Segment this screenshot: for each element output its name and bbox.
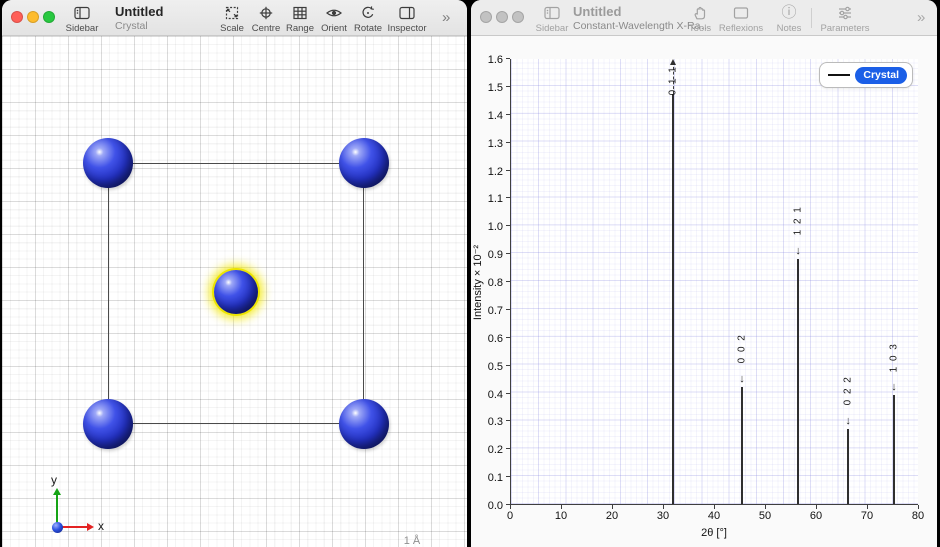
atom[interactable] bbox=[339, 399, 389, 449]
info-circle-icon: ⓘ bbox=[761, 4, 817, 22]
peak-hkl-label: 0 1 1 bbox=[666, 62, 680, 98]
notes-button-label: Notes bbox=[761, 23, 817, 34]
crystal-titlebar: Sidebar Untitled Crystal Scale Centre Ra… bbox=[2, 0, 467, 36]
peak-hkl-text: 0 2 2 bbox=[843, 376, 854, 406]
panel-left-icon bbox=[54, 4, 110, 22]
x-tick-mark bbox=[561, 505, 562, 509]
atom[interactable] bbox=[339, 138, 389, 188]
sidebar-button-label: Sidebar bbox=[54, 23, 110, 34]
diffraction-window: Sidebar Untitled Constant-Wavelength X-R… bbox=[471, 0, 937, 547]
x-tick-label: 60 bbox=[801, 510, 831, 522]
y-tick-label: 1.5 bbox=[473, 82, 503, 94]
x-axis-title: 2θ [°] bbox=[510, 527, 918, 539]
peak-hkl-label: 0 2 2 bbox=[841, 368, 855, 414]
x-tick-label: 40 bbox=[699, 510, 729, 522]
peak-arrow-down: ↓ bbox=[841, 415, 855, 427]
minimize-button[interactable] bbox=[496, 11, 508, 23]
x-tick-mark bbox=[765, 505, 766, 509]
x-tick-label: 10 bbox=[546, 510, 576, 522]
close-button[interactable] bbox=[11, 11, 23, 23]
toolbar-separator bbox=[811, 8, 812, 28]
diffraction-titlebar: Sidebar Untitled Constant-Wavelength X-R… bbox=[471, 0, 937, 36]
sidebar-button[interactable]: Sidebar bbox=[524, 4, 580, 34]
window-title-text: Untitled bbox=[115, 5, 163, 20]
legend-line-swatch bbox=[828, 74, 850, 76]
y-tick-label: 1.2 bbox=[473, 166, 503, 178]
atom[interactable] bbox=[83, 399, 133, 449]
peak-hkl-label: 1 2 1 bbox=[791, 198, 805, 244]
atom[interactable] bbox=[83, 138, 133, 188]
x-axis-label: x bbox=[98, 519, 104, 533]
y-tick-label: 0.8 bbox=[473, 277, 503, 289]
peak-line bbox=[741, 387, 743, 504]
y-tick-label: 0.1 bbox=[473, 472, 503, 484]
peak-arrow-down: ↓ bbox=[791, 245, 805, 257]
toolbar-overflow-button[interactable]: » bbox=[442, 9, 450, 26]
y-tick-label: 0.5 bbox=[473, 361, 503, 373]
peak-hkl-label: 0 0 2 bbox=[735, 326, 749, 372]
panel-left-icon bbox=[524, 4, 580, 22]
parameters-button[interactable]: Parameters bbox=[815, 4, 875, 34]
plot-area[interactable]: Crystal 0 1 1 ↓ 0 0 2 ↓ 1 2 1 ↓ 0 2 2 ↓ 1 0 3 bbox=[510, 59, 918, 505]
y-tick-label: 1.0 bbox=[473, 221, 503, 233]
sidebar-button[interactable]: Sidebar bbox=[54, 4, 110, 34]
window-title: Untitled Crystal bbox=[115, 5, 163, 32]
y-tick-label: 0.2 bbox=[473, 444, 503, 456]
window-subtitle-text: Crystal bbox=[115, 20, 163, 32]
parameters-button-label: Parameters bbox=[815, 23, 875, 34]
y-tick-label: 1.4 bbox=[473, 110, 503, 122]
x-tick-label: 50 bbox=[750, 510, 780, 522]
atom-selected[interactable] bbox=[214, 270, 258, 314]
y-axis-ticks: 0.00.10.20.30.40.50.60.70.80.91.01.11.21… bbox=[471, 59, 510, 505]
y-tick-label: 0.7 bbox=[473, 305, 503, 317]
peak-line bbox=[797, 259, 799, 504]
x-tick-mark bbox=[867, 505, 868, 509]
peak-hkl-label: 1 0 3 bbox=[887, 334, 901, 380]
y-tick-label: 0.6 bbox=[473, 333, 503, 345]
peak-hkl-text: 1 0 3 bbox=[889, 342, 900, 372]
peak-hkl-text: 0 1 1 bbox=[668, 65, 679, 95]
legend-series-pill: Crystal bbox=[855, 67, 907, 84]
y-tick-label: 0.9 bbox=[473, 249, 503, 261]
peak-arrow-down: ↓ bbox=[735, 373, 749, 385]
y-tick-label: 1.1 bbox=[473, 193, 503, 205]
x-tick-label: 0 bbox=[495, 510, 525, 522]
peak-arrow-down: ↓ bbox=[887, 381, 901, 393]
x-tick-mark bbox=[612, 505, 613, 509]
diffraction-plot-view[interactable]: Intensity × 10⁻² 0.00.10.20.30.40.50.60.… bbox=[471, 36, 937, 547]
legend[interactable]: Crystal bbox=[819, 62, 913, 88]
crystal-window: Sidebar Untitled Crystal Scale Centre Ra… bbox=[2, 0, 467, 547]
x-tick-mark bbox=[663, 505, 664, 509]
zoom-button[interactable] bbox=[512, 11, 524, 23]
panel-right-icon bbox=[379, 4, 435, 22]
inspector-button-label: Inspector bbox=[379, 23, 435, 34]
close-button[interactable] bbox=[480, 11, 492, 23]
y-tick-label: 1.6 bbox=[473, 54, 503, 66]
x-tick-label: 30 bbox=[648, 510, 678, 522]
x-tick-label: 80 bbox=[903, 510, 933, 522]
peak-line bbox=[672, 94, 674, 504]
inspector-button[interactable]: Inspector bbox=[379, 4, 435, 34]
toolbar-overflow-button[interactable]: » bbox=[917, 9, 925, 26]
scale-bar-label: 1 Å bbox=[394, 535, 430, 547]
x-tick-mark bbox=[714, 505, 715, 509]
y-tick-label: 0.4 bbox=[473, 389, 503, 401]
peak-hkl-text: 0 0 2 bbox=[737, 334, 748, 364]
origin-atom-dot bbox=[52, 522, 63, 533]
y-tick-label: 0.3 bbox=[473, 416, 503, 428]
sidebar-button-label: Sidebar bbox=[524, 23, 580, 34]
x-tick-label: 70 bbox=[852, 510, 882, 522]
sliders-icon bbox=[815, 4, 875, 22]
x-tick-mark bbox=[510, 505, 511, 509]
y-tick-label: 1.3 bbox=[473, 138, 503, 150]
minimize-button[interactable] bbox=[27, 11, 39, 23]
x-tick-mark bbox=[918, 505, 919, 509]
peak-line bbox=[893, 395, 895, 504]
notes-button[interactable]: ⓘ Notes bbox=[761, 4, 817, 34]
peak-hkl-text: 1 2 1 bbox=[793, 206, 804, 236]
x-tick-label: 20 bbox=[597, 510, 627, 522]
crystal-viewport[interactable]: y x 1 Å bbox=[2, 36, 467, 547]
peak-line bbox=[847, 429, 849, 504]
x-tick-mark bbox=[816, 505, 817, 509]
